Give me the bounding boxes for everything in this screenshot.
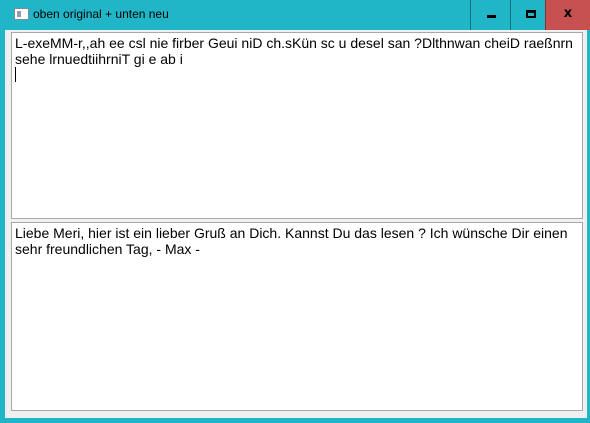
minimize-button[interactable] bbox=[470, 0, 515, 30]
minimize-icon bbox=[487, 15, 496, 18]
close-icon: x bbox=[563, 6, 573, 21]
maximize-icon bbox=[526, 10, 536, 18]
client-area: L-exeMM-r,,ah ee csl nie firber Geui niD… bbox=[5, 30, 587, 418]
window-icon-pane bbox=[17, 11, 21, 17]
close-button[interactable]: x bbox=[545, 0, 590, 30]
window-icon[interactable] bbox=[14, 8, 29, 20]
text-caret bbox=[15, 67, 16, 82]
app-window: oben original + unten neu x L-exeMM-r,,a… bbox=[0, 0, 590, 423]
decoded-text: Liebe Meri, hier ist ein lieber Gruß an … bbox=[15, 225, 568, 257]
title-bar[interactable]: oben original + unten neu x bbox=[0, 0, 590, 30]
original-text: L-exeMM-r,,ah ee csl nie firber Geui niD… bbox=[15, 35, 573, 67]
decoded-text-box[interactable]: Liebe Meri, hier ist ein lieber Gruß an … bbox=[11, 222, 583, 411]
window-title: oben original + unten neu bbox=[33, 7, 169, 21]
original-text-box[interactable]: L-exeMM-r,,ah ee csl nie firber Geui niD… bbox=[11, 32, 583, 219]
